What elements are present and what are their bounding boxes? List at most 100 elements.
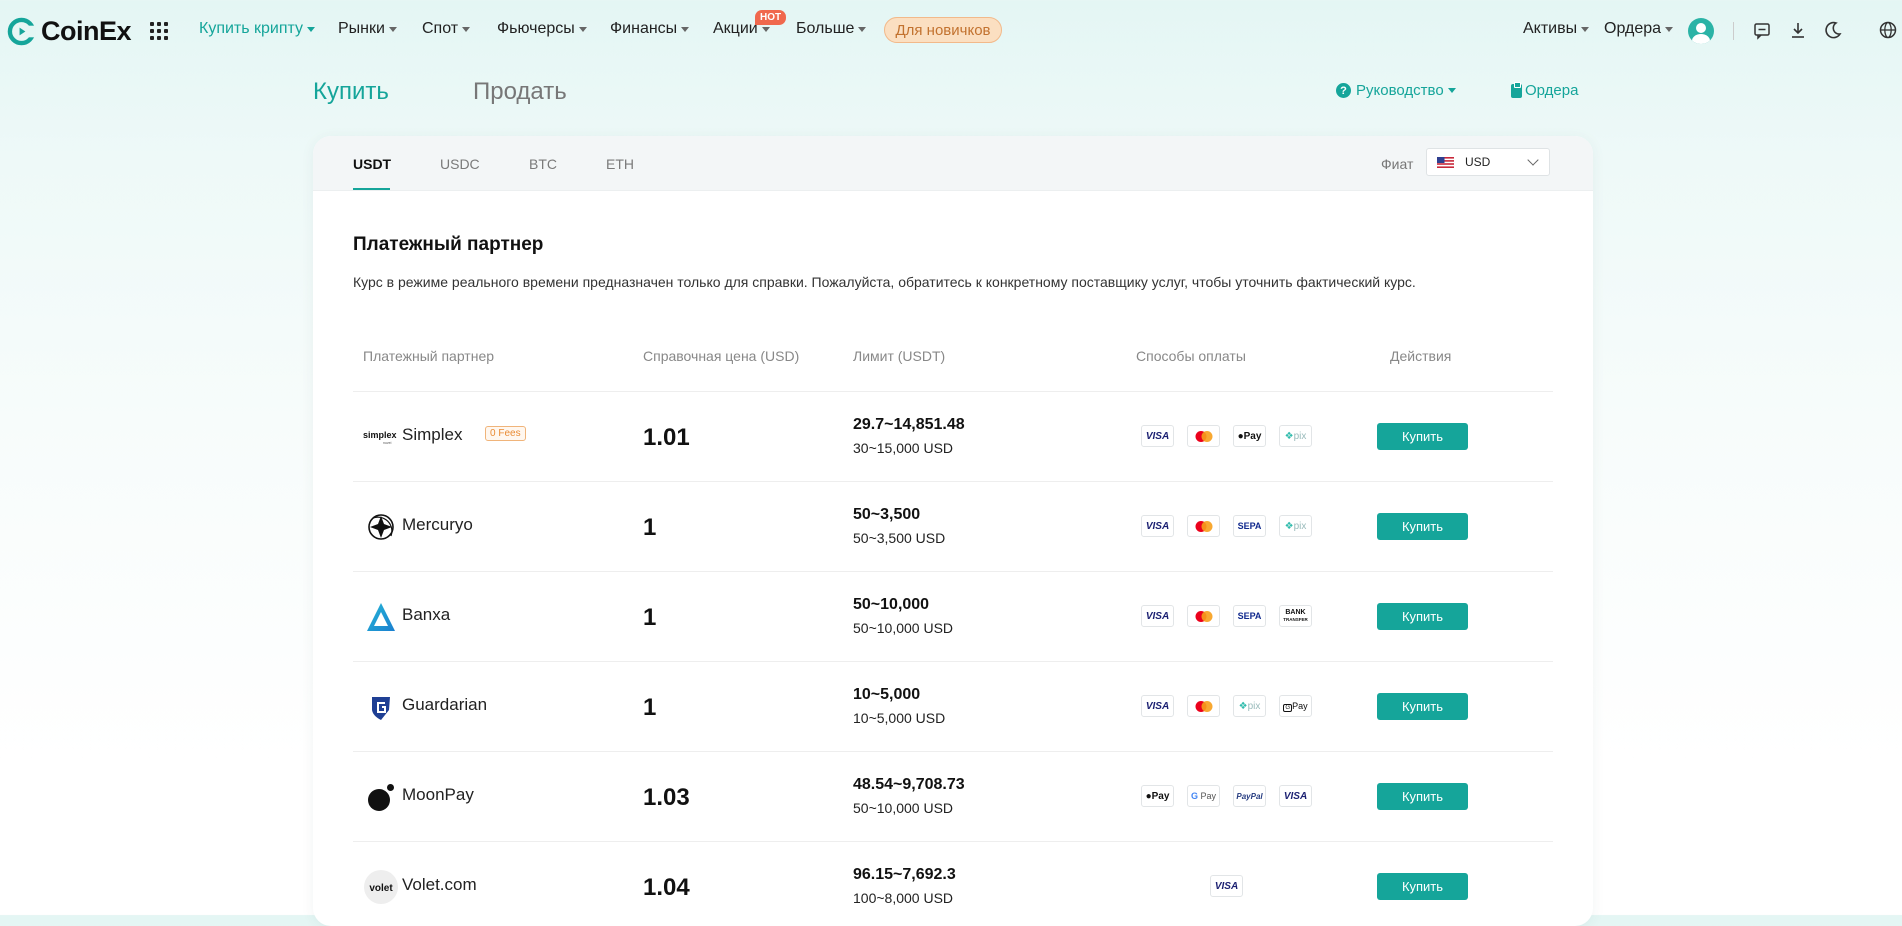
nav-futures[interactable]: Фьючерсы <box>497 20 587 38</box>
column-header-limit: Лимит (USDT) <box>853 348 946 364</box>
active-tab-indicator <box>353 188 390 190</box>
partner-name: Guardarian <box>402 695 488 714</box>
column-header-actions: Действия <box>1390 348 1452 364</box>
partner-name: Volet.com <box>402 875 477 894</box>
limit-crypto: 50~10,000 <box>853 596 930 613</box>
buy-button[interactable]: Купить <box>1377 603 1468 630</box>
mercuryo-logo <box>363 509 399 545</box>
buy-crypto-card: USDT USDC BTC ETH Фиат USD Платежный пар… <box>313 136 1593 926</box>
buy-button[interactable]: Купить <box>1377 423 1468 450</box>
limit-fiat: 30~15,000 USD <box>853 440 954 456</box>
buy-tab[interactable]: Купить <box>313 78 389 106</box>
us-flag-icon <box>1437 157 1454 168</box>
nav-assets[interactable]: Активы <box>1523 20 1590 38</box>
caret-down-icon <box>307 26 316 32</box>
beginner-button[interactable]: Для новичков <box>884 17 1002 43</box>
pix-payment-icon: ❖pix <box>1279 515 1312 537</box>
clipboard-icon <box>1511 81 1522 98</box>
caret-down-icon <box>462 26 471 32</box>
volet-logo: volet <box>363 869 399 905</box>
simplex-logo: simplex nuvei <box>363 419 399 455</box>
paypal-payment-icon: PayPal <box>1233 785 1266 807</box>
table-row: Guardarian 1 10~5,000 10~5,000 USD VISA ❖pix G… <box>353 661 1553 752</box>
section-title: Платежный партнер <box>353 234 544 255</box>
nav-label: Купить крипту <box>199 20 304 37</box>
limit-fiat: 50~10,000 USD <box>853 620 954 636</box>
chat-icon[interactable] <box>1752 20 1772 40</box>
buy-button[interactable]: Купить <box>1377 873 1468 900</box>
reference-price: 1.03 <box>643 784 690 811</box>
mastercard-payment-icon <box>1187 425 1220 447</box>
sell-tab[interactable]: Продать <box>473 78 567 106</box>
fiat-label: Фиат <box>1381 156 1414 172</box>
limit-fiat: 50~10,000 USD <box>853 800 954 816</box>
reference-price: 1.04 <box>643 874 690 901</box>
table-row: simplex nuvei Simplex 0 Fees 1.01 29.7~14,851… <box>353 391 1553 482</box>
hot-badge: HOT <box>755 10 787 25</box>
tab-eth[interactable]: ETH <box>606 156 634 172</box>
column-header-price: Справочная цена (USD) <box>643 348 800 364</box>
coinex-logo[interactable]: CoinEx <box>7 16 132 47</box>
svg-text:nuvei: nuvei <box>383 441 392 445</box>
table-row: Mercuryo 1 50~3,500 50~3,500 USD VISA SEPA ❖pi… <box>353 481 1553 572</box>
orders-link[interactable]: Ордера <box>1511 81 1579 99</box>
coin-tabs: USDT USDC BTC ETH Фиат USD <box>313 136 1593 191</box>
banxa-logo <box>363 599 399 635</box>
nav-label: Рынки <box>338 20 385 37</box>
guide-label: Руководство <box>1356 82 1444 99</box>
tab-usdt[interactable]: USDT <box>353 156 391 172</box>
visa-payment-icon: VISA <box>1141 515 1174 537</box>
limit-crypto: 29.7~14,851.48 <box>853 416 965 433</box>
nav-markets[interactable]: Рынки <box>338 20 397 38</box>
orders-label: Ордера <box>1525 82 1579 99</box>
partner-name: Banxa <box>402 605 451 624</box>
moon-icon[interactable] <box>1823 20 1843 40</box>
download-icon[interactable] <box>1788 20 1808 40</box>
nav-label: Больше <box>796 20 855 37</box>
globe-icon[interactable] <box>1878 20 1898 40</box>
limit-crypto: 48.54~9,708.73 <box>853 776 965 793</box>
nav-buy-crypto[interactable]: Купить крипту <box>199 20 316 38</box>
reference-price: 1 <box>643 604 657 631</box>
fiat-select[interactable]: USD <box>1426 148 1550 176</box>
applepay-payment-icon: ●Pay <box>1233 425 1266 447</box>
user-avatar[interactable] <box>1688 18 1714 44</box>
reference-price: 1.01 <box>643 424 690 451</box>
reference-price: 1 <box>643 514 657 541</box>
nav-more[interactable]: Больше <box>796 20 867 38</box>
buy-button[interactable]: Купить <box>1377 783 1468 810</box>
table-row: Banxa 1 50~10,000 50~10,000 USD VISA SEPA BANK… <box>353 571 1553 662</box>
guide-link[interactable]: ? Руководство <box>1336 82 1456 99</box>
limit-crypto: 50~3,500 <box>853 506 921 523</box>
caret-down-icon <box>388 26 397 32</box>
nav-orders[interactable]: Ордера <box>1604 20 1674 38</box>
nav-label: Финансы <box>610 20 678 37</box>
nav-spot[interactable]: Спот <box>422 20 471 38</box>
nav-finance[interactable]: Финансы <box>610 20 690 38</box>
top-navigation: CoinEx Купить крипту Рынки Спот Фьючерсы… <box>0 0 1902 62</box>
caret-down-icon <box>1665 26 1674 32</box>
buy-button[interactable]: Купить <box>1377 693 1468 720</box>
buy-button[interactable]: Купить <box>1377 513 1468 540</box>
caret-down-icon <box>858 26 867 32</box>
tab-usdc[interactable]: USDC <box>440 156 480 172</box>
moonpay-logo <box>363 779 399 815</box>
tab-btc[interactable]: BTC <box>529 156 557 172</box>
nav-label: Активы <box>1523 20 1578 37</box>
caret-down-icon <box>681 26 690 32</box>
help-icon: ? <box>1336 83 1351 98</box>
reference-price: 1 <box>643 694 657 721</box>
nav-label: Фьючерсы <box>497 20 575 37</box>
fees-badge: 0 Fees <box>485 426 526 441</box>
partner-name: Mercuryo <box>402 515 473 534</box>
nav-label: Акции <box>713 20 758 37</box>
visa-payment-icon: VISA <box>1141 695 1174 717</box>
caret-down-icon <box>1447 88 1456 93</box>
nav-label: Ордера <box>1604 20 1662 37</box>
sepa-payment-icon: SEPA <box>1233 605 1266 627</box>
partner-name: Simplex <box>402 425 463 444</box>
chevron-down-icon <box>1527 154 1539 166</box>
column-header-payment-methods: Способы оплаты <box>1136 348 1246 364</box>
limit-fiat: 10~5,000 USD <box>853 710 946 726</box>
apps-grid-icon[interactable] <box>150 22 168 40</box>
